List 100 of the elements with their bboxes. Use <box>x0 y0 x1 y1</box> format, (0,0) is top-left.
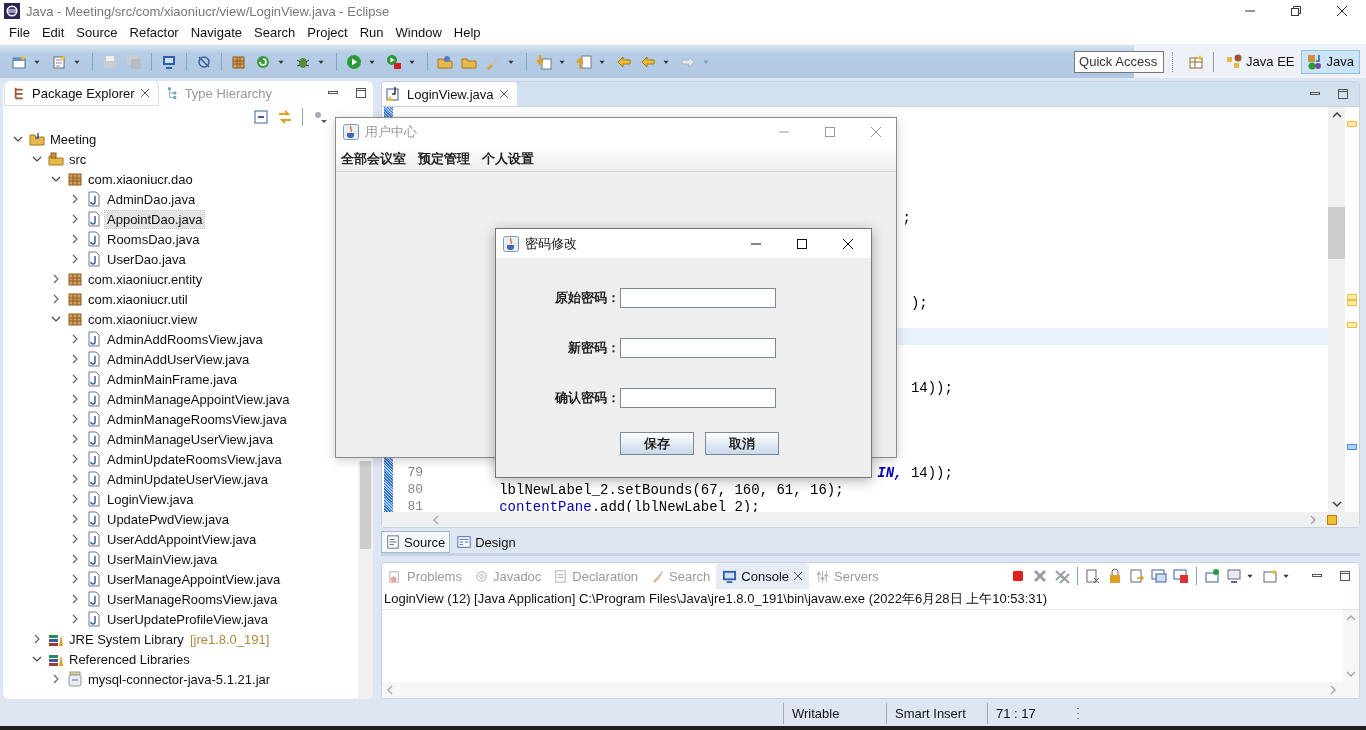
remove-icon[interactable] <box>1032 568 1048 584</box>
input-field[interactable] <box>620 338 776 358</box>
expand-chevron-icon[interactable] <box>70 534 80 544</box>
expand-chevron-icon[interactable] <box>51 274 61 284</box>
menu-item[interactable]: Edit <box>35 25 71 40</box>
tree-item[interactable]: AppointDao.java <box>105 210 205 228</box>
tree-item[interactable]: Referenced Libraries <box>67 650 192 668</box>
expand-chevron-icon[interactable] <box>70 494 80 504</box>
new-window-icon[interactable] <box>11 53 27 70</box>
expand-chevron-icon[interactable] <box>70 354 80 364</box>
tree-item[interactable]: AdminAddUserView.java <box>105 350 252 368</box>
tree-item[interactable]: UserManageRoomsView.java <box>105 590 280 608</box>
pin-icon[interactable] <box>1204 568 1220 584</box>
scrollbar-thumb[interactable] <box>360 461 371 549</box>
tree-item[interactable]: JRE System Library <box>67 630 186 648</box>
perspective-button[interactable]: Java EE <box>1220 49 1301 74</box>
scrollbar[interactable] <box>1328 107 1345 512</box>
expand-chevron-icon[interactable] <box>70 334 80 344</box>
console-icon[interactable] <box>1151 568 1167 584</box>
new-file-icon[interactable] <box>51 53 67 70</box>
warning-marker[interactable] <box>1327 514 1337 525</box>
menu-item[interactable]: Navigate <box>184 25 248 40</box>
expand-chevron-icon[interactable] <box>70 554 80 564</box>
expand-chevron-icon[interactable] <box>70 514 80 524</box>
tree-item[interactable]: com.xiaoniucr.entity <box>86 270 205 288</box>
tree-item[interactable]: UserUpdateProfileView.java <box>105 610 270 628</box>
maximize-icon[interactable] <box>1339 570 1351 582</box>
menu-item[interactable]: File <box>3 25 36 40</box>
expand-chevron-icon[interactable] <box>70 254 80 264</box>
expand-chevron-icon[interactable] <box>70 474 80 484</box>
tree-item[interactable]: UserMainView.java <box>105 550 220 568</box>
collapse-all-icon[interactable] <box>253 109 269 125</box>
tree-item[interactable]: UserDao.java <box>105 250 188 268</box>
play-toolbox-icon[interactable] <box>386 53 402 70</box>
menu-item[interactable]: Window <box>389 25 448 40</box>
dialog-button[interactable]: 取消 <box>705 432 779 455</box>
menu-item[interactable]: Search <box>248 25 302 40</box>
expand-chevron-icon[interactable] <box>70 414 80 424</box>
folder-icon[interactable] <box>437 53 453 70</box>
tree-item[interactable]: AdminAddRoomsView.java <box>105 330 265 348</box>
monitor-icon[interactable] <box>1226 568 1242 584</box>
input-field[interactable] <box>620 288 776 308</box>
tree-item[interactable]: UserManageAppointView.java <box>105 570 283 588</box>
menu-item[interactable]: Help <box>447 25 487 40</box>
menu-item[interactable]: Source <box>70 25 124 40</box>
expand-chevron-icon[interactable] <box>51 174 61 184</box>
occurrence-marker[interactable] <box>1347 444 1357 450</box>
expand-chevron-icon[interactable] <box>70 194 80 204</box>
expand-chevron-icon[interactable] <box>70 234 80 244</box>
view-tab[interactable]: Console <box>716 563 809 589</box>
expand-chevron-icon[interactable] <box>32 634 42 644</box>
expand-chevron-icon[interactable] <box>32 654 42 664</box>
remove-all-icon[interactable] <box>1054 568 1070 584</box>
tree-item[interactable]: com.xiaoniucr.dao <box>86 170 195 188</box>
perspective-button[interactable]: Java <box>1300 49 1360 74</box>
warning-marker[interactable] <box>1347 121 1357 127</box>
expand-chevron-icon[interactable] <box>51 674 61 684</box>
warning-marker[interactable] <box>1347 322 1357 328</box>
tree-item[interactable]: AdminDao.java <box>105 190 198 208</box>
tree-item[interactable]: LoginView.java <box>105 490 196 508</box>
tree-item[interactable]: AdminManageAppointView.java <box>105 390 292 408</box>
tree-item[interactable]: UpdatePwdView.java <box>105 510 231 528</box>
view-menu-icon[interactable] <box>312 109 328 125</box>
console-error-icon[interactable] <box>1173 568 1189 584</box>
menu-item[interactable]: Refactor <box>123 25 185 40</box>
scroll-down-icon[interactable] <box>1331 500 1342 508</box>
maximize-icon[interactable] <box>796 237 808 250</box>
warning-marker[interactable] <box>1347 300 1357 306</box>
expand-chevron-icon[interactable] <box>70 394 80 404</box>
menu-item[interactable]: 预定管理 <box>418 149 470 168</box>
close-icon[interactable] <box>793 571 803 581</box>
menu-item[interactable]: 个人设置 <box>482 149 534 168</box>
tree-item[interactable]: mysql-connector-java-5.1.21.jar <box>86 670 273 688</box>
refresh-icon[interactable] <box>255 53 271 70</box>
scroll-up-icon[interactable] <box>1331 111 1342 119</box>
monitor-icon[interactable] <box>161 53 177 70</box>
menu-item[interactable]: Run <box>353 25 390 40</box>
editor-mode-tab[interactable]: Source <box>381 531 451 553</box>
expand-chevron-icon[interactable] <box>70 214 80 224</box>
tree-item[interactable]: com.xiaoniucr.util <box>86 290 190 308</box>
expand-chevron-icon[interactable] <box>70 374 80 384</box>
input-field[interactable] <box>620 388 776 408</box>
editor-mode-tab[interactable]: Design <box>452 531 521 553</box>
scrollbar[interactable] <box>382 512 1359 527</box>
restore-icon[interactable] <box>1290 5 1302 17</box>
tree-item[interactable]: AdminMainFrame.java <box>105 370 240 388</box>
expand-chevron-icon[interactable] <box>32 154 42 164</box>
expand-chevron-icon[interactable] <box>70 574 80 584</box>
expand-chevron-icon[interactable] <box>70 434 80 444</box>
expand-chevron-icon[interactable] <box>51 294 61 304</box>
clear-console-icon[interactable] <box>1085 568 1101 584</box>
tree-item[interactable]: AdminUpdateUserView.java <box>105 470 270 488</box>
tree-item[interactable]: UserAddAppointView.java <box>105 530 259 548</box>
stop-icon[interactable] <box>1010 568 1026 584</box>
close-icon[interactable] <box>842 237 854 250</box>
menu-item[interactable]: Project <box>301 25 354 40</box>
close-icon[interactable] <box>1336 5 1348 17</box>
scrollbar[interactable] <box>358 461 373 699</box>
expand-chevron-icon[interactable] <box>70 614 80 624</box>
view-tab[interactable]: Package Explorer <box>5 81 158 105</box>
